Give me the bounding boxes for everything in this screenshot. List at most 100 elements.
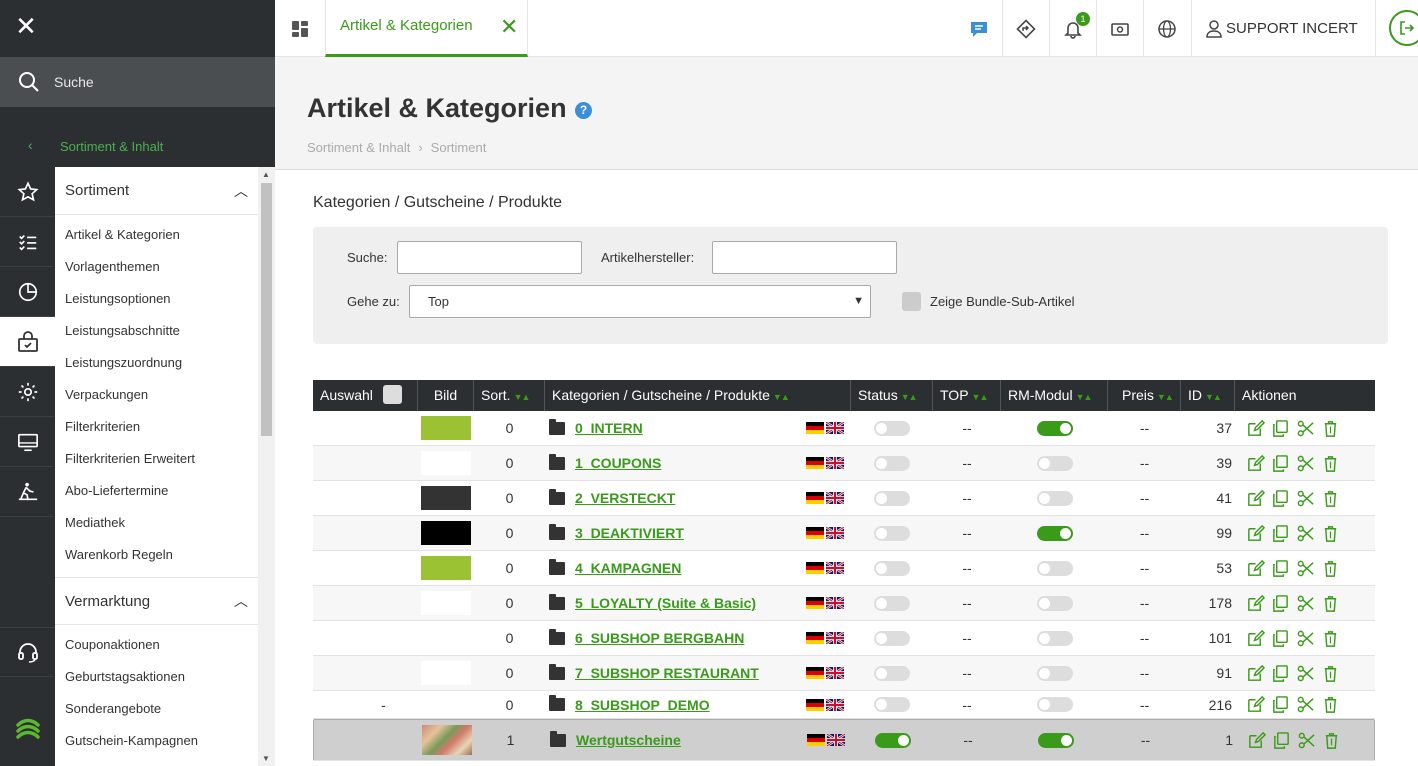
menu-item[interactable]: Mediathek [55,507,258,539]
tab-artikel-kategorien[interactable]: Artikel & Kategorien ✕ [325,0,528,57]
category-link[interactable]: 1_COUPONS [575,455,661,471]
col-price[interactable]: Preis ▼▲ [1108,380,1181,411]
scrollbar-thumb[interactable] [261,183,272,436]
status-toggle[interactable] [874,595,910,611]
scissors-icon[interactable] [1296,629,1315,648]
status-toggle[interactable] [874,665,910,681]
scissors-icon[interactable] [1296,594,1315,613]
scissors-icon[interactable] [1296,419,1315,438]
trash-icon[interactable] [1321,664,1340,683]
rm-toggle[interactable] [1036,697,1073,712]
edit-icon[interactable] [1246,594,1265,613]
table-row[interactable]: 0 4_KAMPAGNEN -- -- 53 [313,551,1375,586]
rm-toggle[interactable] [1036,455,1073,471]
menu-item[interactable]: Filterkriterien Erweitert [55,443,258,475]
menu-item[interactable]: Vorlagenthemen [55,251,258,283]
copy-icon[interactable] [1271,629,1290,648]
rm-toggle[interactable] [1036,665,1073,681]
breadcrumb-item[interactable]: Sortiment [431,140,487,155]
menu-item[interactable]: Sonderangebote [55,693,258,725]
table-row[interactable]: 0 6_SUBSHOP BERGBAHN -- -- 101 [313,621,1375,656]
row-select-cell[interactable] [313,516,418,550]
edit-icon[interactable] [1246,524,1265,543]
menu-item[interactable]: Abo-Liefertermine [55,475,258,507]
trash-icon[interactable] [1321,629,1340,648]
rail-statistics[interactable] [0,267,55,317]
sidebar-search[interactable]: Suche [0,57,275,107]
col-rm[interactable]: RM-Modul ▼▲ [1001,380,1108,411]
rm-toggle[interactable] [1036,595,1073,611]
menu-scrollbar[interactable]: ▲ ▼ [258,167,275,766]
notifications-button[interactable]: 1 [1049,0,1096,57]
row-select-cell[interactable] [313,621,418,655]
rm-toggle[interactable] [1036,560,1073,576]
category-link[interactable]: 5_LOYALTY (Suite & Basic) [575,595,756,611]
row-select-cell[interactable] [313,656,418,690]
search-input[interactable] [397,241,582,274]
scissors-icon[interactable] [1296,695,1315,714]
breadcrumb-item[interactable]: Sortiment & Inhalt [307,140,410,155]
menu-item[interactable]: Leistungsabschnitte [55,315,258,347]
category-link[interactable]: 0_INTERN [575,420,643,436]
col-id[interactable]: ID ▼▲ [1181,380,1235,411]
row-select-cell[interactable] [313,551,418,585]
status-toggle[interactable] [874,455,910,471]
goto-select[interactable]: Top ▼ [409,285,871,318]
table-row[interactable]: 0 7_SUBSHOP RESTAURANT -- -- 91 [313,656,1375,691]
trash-icon[interactable] [1321,559,1340,578]
table-row[interactable]: 0 0_INTERN -- -- 37 [313,411,1375,446]
edit-icon[interactable] [1246,454,1265,473]
user-menu[interactable]: SUPPORT INCERT [1191,0,1376,57]
trash-icon[interactable] [1322,731,1341,750]
bundle-checkbox[interactable] [902,292,921,311]
edit-icon[interactable] [1247,731,1266,750]
row-select-cell[interactable] [313,586,418,620]
copy-icon[interactable] [1271,524,1290,543]
copy-icon[interactable] [1271,664,1290,683]
trash-icon[interactable] [1321,594,1340,613]
cash-button[interactable] [1096,0,1143,57]
menu-group-header[interactable]: Vermarktung ︿ [55,577,258,625]
trash-icon[interactable] [1321,695,1340,714]
status-toggle[interactable] [875,732,911,748]
menu-item[interactable]: Artikel & Kategorien [55,219,258,251]
close-icon[interactable]: ✕ [14,13,38,39]
trash-icon[interactable] [1321,524,1340,543]
col-status[interactable]: Status ▼▲ [851,380,933,411]
rail-support[interactable] [0,627,55,677]
menu-item[interactable]: Leistungsoptionen [55,283,258,315]
chat-button[interactable] [955,0,1002,57]
trash-icon[interactable] [1321,419,1340,438]
category-link[interactable]: 8_SUBSHOP_DEMO [575,697,710,713]
edit-icon[interactable] [1246,664,1265,683]
row-select-cell[interactable] [313,481,418,515]
status-toggle[interactable] [874,525,910,541]
directions-button[interactable] [1002,0,1049,57]
status-toggle[interactable] [874,560,910,576]
scissors-icon[interactable] [1296,454,1315,473]
copy-icon[interactable] [1271,454,1290,473]
menu-item[interactable]: Couponaktionen [55,629,258,661]
apps-button[interactable] [275,0,325,57]
category-link[interactable]: 3_DEAKTIVIERT [575,525,684,541]
edit-icon[interactable] [1246,489,1265,508]
edit-icon[interactable] [1246,629,1265,648]
col-top[interactable]: TOP ▼▲ [933,380,1001,411]
scissors-icon[interactable] [1296,559,1315,578]
category-link[interactable]: Wertgutscheine [576,732,681,748]
sort-arrows-icon[interactable]: ▼▲ [1157,392,1174,402]
sort-arrows-icon[interactable]: ▼▲ [901,392,918,402]
menu-group-header[interactable]: Sortiment ︿ [55,167,258,215]
status-toggle[interactable] [874,630,910,646]
rm-toggle[interactable] [1036,525,1073,541]
scroll-down-icon[interactable]: ▼ [262,754,270,763]
rail-settings[interactable] [0,367,55,417]
scissors-icon[interactable] [1296,524,1315,543]
menu-item[interactable]: Warenkorb Regeln [55,539,258,571]
copy-icon[interactable] [1271,489,1290,508]
menu-item[interactable]: Geburtstagsaktionen [55,661,258,693]
edit-icon[interactable] [1246,419,1265,438]
table-row[interactable]: 1 Wertgutscheine -- -- 1 [313,719,1375,761]
rail-tasks[interactable] [0,217,55,267]
row-select-cell[interactable] [313,446,418,480]
